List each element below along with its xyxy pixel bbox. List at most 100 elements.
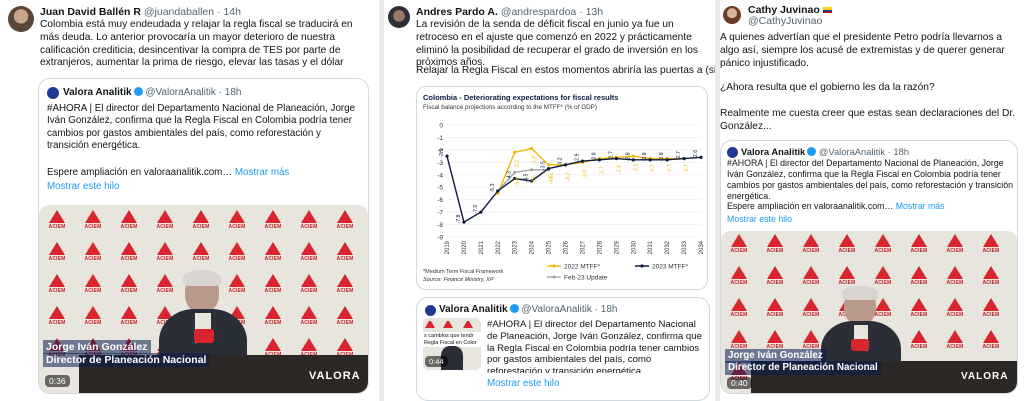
data-point: [563, 163, 568, 167]
aciem-logo: ACIEM: [901, 263, 937, 295]
show-thread-link[interactable]: Mostrar este hilo: [487, 378, 559, 390]
valora-avatar: [727, 147, 738, 158]
quote-author-name: Valora Analitik: [741, 146, 806, 157]
show-more-link[interactable]: Mostrar más: [235, 167, 289, 178]
tweet-text-1: A quienes advertían que el presidente Pe…: [720, 32, 1005, 69]
video-player[interactable]: ACIEM ACIEM ACIEM ACIEM ACIEM ACIEM ACIEM ACIEM…: [39, 205, 368, 393]
y-tick-label: -8: [437, 222, 443, 229]
data-label: -2.7: [608, 151, 614, 160]
show-thread-link[interactable]: Mostrar este hilo: [727, 213, 792, 225]
legend-label: 2023 MTFF*: [652, 264, 689, 271]
quote-author-handle: @ValoraAnalitik: [521, 304, 592, 315]
data-point: [479, 210, 483, 214]
video-thumbnail[interactable]: s cambios que tendr Regla Fiscal en Colo…: [423, 318, 481, 370]
aciem-logo: ACIEM: [757, 263, 793, 295]
quote-header: Valora Analitik @ValoraAnalitik · 18h: [741, 146, 909, 157]
quote-link-text: Espere ampliación en valoraanalitik.com…: [727, 201, 894, 211]
video-duration: 0:36: [45, 375, 70, 387]
tweet-text-2: Relajar la Regla Fiscal en estos momento…: [416, 65, 715, 76]
aciem-logo: ACIEM: [757, 231, 793, 263]
tweet-time[interactable]: · 14h: [217, 6, 241, 18]
aciem-logo: ACIEM: [937, 231, 973, 263]
quoted-tweet[interactable]: Valora Analitik @ValoraAnalitik · 18h s …: [416, 297, 710, 401]
show-thread-link[interactable]: Mostrar este hilo: [47, 181, 119, 193]
legend-marker: [552, 264, 556, 268]
verified-icon: [807, 147, 817, 156]
video-duration: 0:44: [425, 356, 448, 367]
avatar[interactable]: [723, 6, 741, 24]
y-tick-label: -6: [437, 197, 443, 204]
author-handle[interactable]: @CathyJuvinao: [748, 15, 822, 27]
quote-text: #AHORA | El director del Departamento Na…: [487, 319, 702, 373]
x-tick-label: 2025: [547, 240, 553, 254]
x-tick-label: 2028: [597, 240, 603, 254]
data-label: -3.2: [566, 172, 572, 181]
data-point: [530, 147, 534, 151]
data-label: -2.7: [650, 164, 656, 173]
y-tick-label: 0: [439, 123, 443, 130]
aciem-logo: ACIEM: [219, 239, 255, 271]
aciem-logo: ACIEM: [111, 207, 147, 239]
x-tick-label: 2023: [513, 240, 519, 254]
tweet-column-1: Juan David Ballén R @juandaballen · 14h …: [0, 0, 379, 401]
valora-avatar: [47, 87, 59, 99]
chart-image[interactable]: Colombia - Deteriorating expectations fo…: [416, 86, 708, 290]
data-label: -3.6: [532, 175, 538, 184]
author-name[interactable]: Juan David Ballén R: [40, 6, 141, 18]
tweet-text-2: ¿Ahora resulta que el gobierno les da la…: [720, 82, 935, 93]
data-point: [547, 163, 551, 167]
quote-time: · 18h: [218, 87, 242, 98]
author-name[interactable]: Andres Pardo A.: [416, 6, 498, 18]
data-point: [597, 158, 601, 162]
quote-time: · 18h: [594, 304, 618, 315]
aciem-logo: ACIEM: [327, 271, 363, 303]
author-handle[interactable]: @andrespardoa: [501, 6, 576, 18]
tweet-header: Andres Pardo A. @andrespardoa · 13h: [416, 6, 603, 18]
data-point: [631, 154, 635, 158]
quoted-tweet[interactable]: Valora Analitik @ValoraAnalitik · 18h #A…: [720, 140, 1018, 394]
aciem-logo: ACIEM: [327, 303, 363, 335]
data-point: [462, 220, 466, 224]
aciem-logo: ACIEM: [255, 207, 291, 239]
data-point: [648, 158, 652, 162]
aciem-logo: ACIEM: [39, 207, 75, 239]
data-label: -2.9: [574, 154, 580, 163]
verified-icon: [133, 87, 143, 96]
quoted-tweet[interactable]: Valora Analitik @ValoraAnalitik · 18h #A…: [38, 78, 369, 394]
data-point: [665, 158, 669, 162]
aciem-logo: ACIEM: [973, 231, 1009, 263]
y-tick-label: -7: [437, 210, 443, 217]
data-point: [445, 154, 449, 158]
author-handle[interactable]: @juandaballen: [144, 6, 214, 18]
x-tick-label: 2022: [496, 240, 502, 254]
aciem-logo: ACIEM: [973, 327, 1009, 359]
aciem-logo: ACIEM: [973, 295, 1009, 327]
avatar[interactable]: [388, 6, 410, 28]
chyron-title: Director de Planeación Nacional: [725, 361, 881, 375]
data-label: -5.3: [490, 183, 496, 192]
chart-title: Colombia - Deteriorating expectations fo…: [423, 93, 618, 102]
valora-watermark: VALORA: [309, 370, 361, 382]
x-tick-label: 2027: [580, 240, 586, 254]
tweet-time[interactable]: · 13h: [579, 6, 603, 18]
chyron-title: Director de Planeación Nacional: [43, 353, 210, 367]
x-tick-label: 2021: [479, 240, 485, 254]
quote-text-2: Espere ampliación en valoraanalitik.com……: [727, 201, 1015, 212]
tweet-column-2: Andres Pardo A. @andrespardoa · 13h La r…: [384, 0, 715, 401]
data-point: [614, 157, 618, 161]
legend-marker: [640, 264, 644, 268]
quote-text-2: Espere ampliación en valoraanalitik.com……: [47, 167, 359, 179]
microphone-icon: [851, 339, 869, 351]
show-more-link[interactable]: Mostrar más: [896, 201, 945, 211]
valora-watermark: VALORA: [961, 371, 1009, 382]
video-player[interactable]: ACIEM ACIEM ACIEM ACIEM ACIEM ACIEM ACIEM ACIEM…: [721, 231, 1017, 393]
x-tick-label: 2034: [699, 240, 705, 254]
chart-subtitle: Fiscal balance projections according to …: [423, 104, 597, 111]
data-label: -2.6: [693, 150, 699, 159]
data-label: -7.0: [473, 205, 479, 214]
avatar[interactable]: [8, 6, 34, 32]
data-label: -2.8: [625, 152, 631, 161]
aciem-logo: ACIEM: [757, 295, 793, 327]
legend-marker: [552, 275, 556, 279]
data-point: [530, 168, 534, 172]
